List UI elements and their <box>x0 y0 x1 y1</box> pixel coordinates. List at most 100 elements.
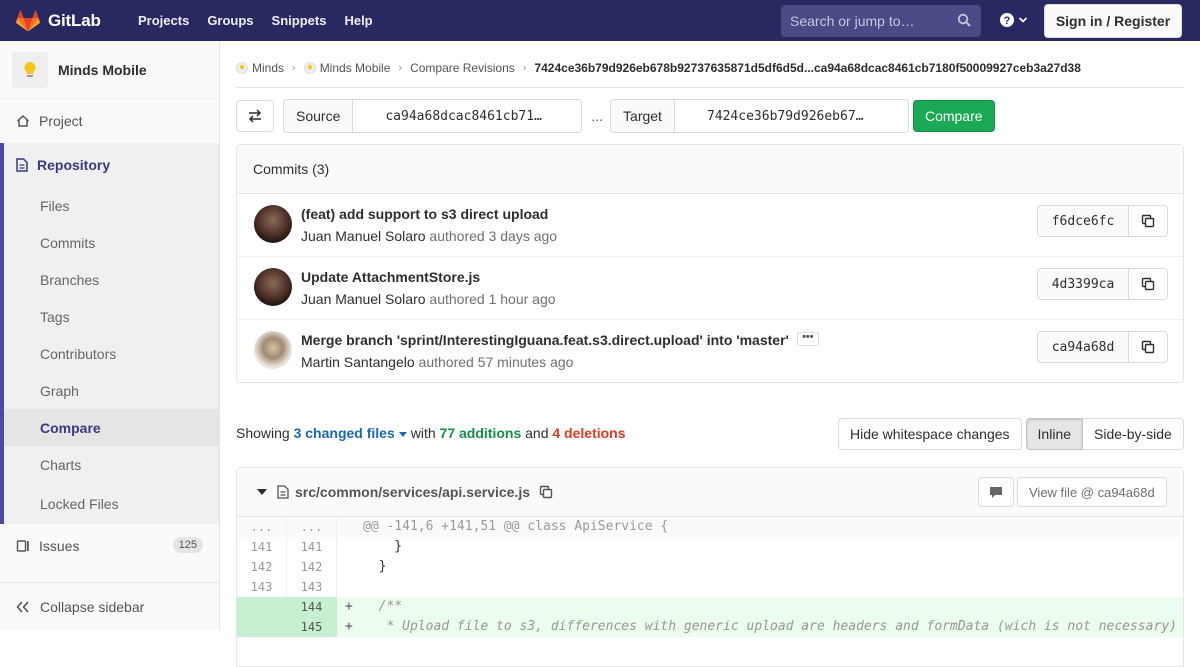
commit-sha-button[interactable]: 4d3399ca <box>1037 268 1128 300</box>
nav-snippets[interactable]: Snippets <box>263 13 336 28</box>
commit-time: 3 days ago <box>488 228 558 244</box>
copy-sha-button[interactable] <box>1128 268 1168 300</box>
new-line-number[interactable]: 145 <box>287 617 337 637</box>
source-revision-group: Source ca94a68dcac8461cb71… <box>283 99 583 133</box>
commit-author[interactable]: Juan Manuel Solaro <box>301 291 426 307</box>
old-line-number[interactable]: 141 <box>237 537 287 557</box>
sidebar-item-branches[interactable]: Branches <box>4 261 219 298</box>
toggle-comments-button[interactable] <box>978 477 1014 507</box>
sidebar-item-charts[interactable]: Charts <box>4 446 219 483</box>
group-avatar-icon <box>236 61 248 74</box>
sign-in-button[interactable]: Sign in / Register <box>1044 4 1182 38</box>
showing-word: Showing <box>236 425 290 441</box>
sidebar-item-label: Project <box>39 113 83 129</box>
authored-word: authored <box>429 228 485 244</box>
commit-row: Merge branch 'sprint/InterestingIguana.f… <box>237 320 1183 383</box>
hide-whitespace-button[interactable]: Hide whitespace changes <box>838 418 1022 450</box>
target-revision-dropdown[interactable]: 7424ce36b79d926eb67… <box>673 99 909 133</box>
new-line-number[interactable]: ... <box>287 517 337 537</box>
sidebar-item-locked-files[interactable]: Locked Files <box>4 483 219 524</box>
view-file-button[interactable]: View file @ ca94a68d <box>1017 477 1167 507</box>
side-by-side-view-button[interactable]: Side-by-side <box>1083 418 1184 450</box>
old-line-number[interactable]: 143 <box>237 577 287 597</box>
copy-file-path-icon[interactable] <box>539 485 553 499</box>
file-header: src/common/services/api.service.js View … <box>237 468 1183 517</box>
inline-view-button[interactable]: Inline <box>1025 418 1084 450</box>
breadcrumb-item-minds[interactable]: Minds <box>236 61 284 75</box>
commit-author[interactable]: Juan Manuel Solaro <box>301 228 426 244</box>
file-path-link[interactable]: src/common/services/api.service.js <box>295 484 530 500</box>
new-line-number[interactable]: 141 <box>287 537 337 557</box>
commit-title[interactable]: (feat) add support to s3 direct upload <box>301 206 548 222</box>
sidebar-project-header[interactable]: Minds Mobile <box>0 41 219 99</box>
swap-revisions-button[interactable] <box>236 100 274 132</box>
sidebar-item-issues[interactable]: Issues 125 <box>0 524 219 568</box>
target-revision-group: Target 7424ce36b79d926eb67… <box>610 99 909 133</box>
authored-word: authored <box>429 291 485 307</box>
sidebar-item-compare[interactable]: Compare <box>4 409 219 446</box>
author-avatar[interactable] <box>254 268 292 306</box>
old-line-number[interactable] <box>237 597 287 617</box>
and-word: and <box>525 425 549 441</box>
chevron-down-icon <box>1018 17 1028 23</box>
gitlab-logo[interactable]: GitLab <box>16 9 121 32</box>
breadcrumb-chevron-icon: › <box>522 61 527 74</box>
breadcrumb-label: Minds Mobile <box>319 60 391 75</box>
expand-commit-message-button[interactable]: ••• <box>796 332 819 347</box>
diff-view-options: Hide whitespace changes Inline Side-by-s… <box>838 418 1184 450</box>
old-line-number[interactable]: ... <box>237 517 287 537</box>
author-avatar[interactable] <box>254 205 292 243</box>
commit-sha-button[interactable]: ca94a68d <box>1037 331 1128 363</box>
commit-author[interactable]: Martin Santangelo <box>301 354 415 370</box>
commit-title-link[interactable]: Merge branch 'sprint/InterestingIguana.f… <box>301 332 789 348</box>
old-line-number[interactable]: 142 <box>237 557 287 577</box>
search-icon <box>957 13 971 27</box>
file-diff: src/common/services/api.service.js View … <box>236 467 1184 667</box>
commit-row: Update AttachmentStore.js Juan Manuel So… <box>237 257 1183 320</box>
sidebar-item-commits[interactable]: Commits <box>4 224 219 261</box>
double-chevron-left-icon <box>16 600 29 613</box>
copy-sha-button[interactable] <box>1128 205 1168 237</box>
issues-count-badge: 125 <box>172 537 203 553</box>
new-line-number[interactable]: 144 <box>287 597 337 617</box>
sidebar-item-files[interactable]: Files <box>4 187 219 224</box>
diff-view-toggle: Inline Side-by-side <box>1025 418 1184 450</box>
new-line-number[interactable]: 142 <box>287 557 337 577</box>
sidebar-item-tags[interactable]: Tags <box>4 298 219 335</box>
collapse-sidebar-button[interactable]: Collapse sidebar <box>0 582 219 630</box>
source-revision-dropdown[interactable]: ca94a68dcac8461cb71… <box>352 99 583 133</box>
code-text: /** <box>363 599 403 614</box>
commit-meta: Juan Manuel Solaro authored 1 hour ago <box>301 291 556 307</box>
commit-title[interactable]: Update AttachmentStore.js <box>301 269 480 285</box>
revision-separator: ... <box>591 108 604 124</box>
breadcrumb-item-compare-revisions[interactable]: Compare Revisions <box>410 61 515 75</box>
sidebar-item-project[interactable]: Project <box>0 99 219 143</box>
breadcrumb-item-minds-mobile[interactable]: Minds Mobile <box>303 60 391 75</box>
compare-button[interactable]: Compare <box>912 100 995 132</box>
home-icon <box>16 114 30 127</box>
authored-word: authored <box>418 354 474 370</box>
copy-sha-button[interactable] <box>1128 331 1168 363</box>
help-dropdown[interactable]: ? <box>999 12 1028 28</box>
search-input[interactable]: Search or jump to… <box>781 5 981 37</box>
with-word: with <box>410 425 436 441</box>
commit-sha-button[interactable]: f6dce6fc <box>1037 205 1128 237</box>
sidebar-item-repository[interactable]: Repository <box>4 143 219 187</box>
new-line-number[interactable]: 143 <box>287 577 337 597</box>
lightbulb-icon <box>24 61 36 77</box>
nav-help[interactable]: Help <box>335 13 381 28</box>
copy-icon <box>1141 340 1155 354</box>
sidebar-item-contributors[interactable]: Contributors <box>4 335 219 372</box>
sidebar-item-graph[interactable]: Graph <box>4 372 219 409</box>
nav-groups[interactable]: Groups <box>198 13 262 28</box>
collapse-file-chevron-icon[interactable] <box>257 489 267 495</box>
old-line-number[interactable] <box>237 617 287 637</box>
changed-files-dropdown[interactable]: 3 changed files <box>294 425 411 441</box>
author-avatar[interactable] <box>254 331 292 369</box>
diff-sign: + <box>345 599 353 614</box>
code-text: } <box>363 539 403 554</box>
breadcrumb-current[interactable]: 7424ce36b79d926eb678b92737635871d5df6d5d… <box>534 61 1080 75</box>
commit-meta: Juan Manuel Solaro authored 3 days ago <box>301 228 557 244</box>
nav-projects[interactable]: Projects <box>129 13 198 28</box>
commit-row: (feat) add support to s3 direct upload J… <box>237 194 1183 257</box>
